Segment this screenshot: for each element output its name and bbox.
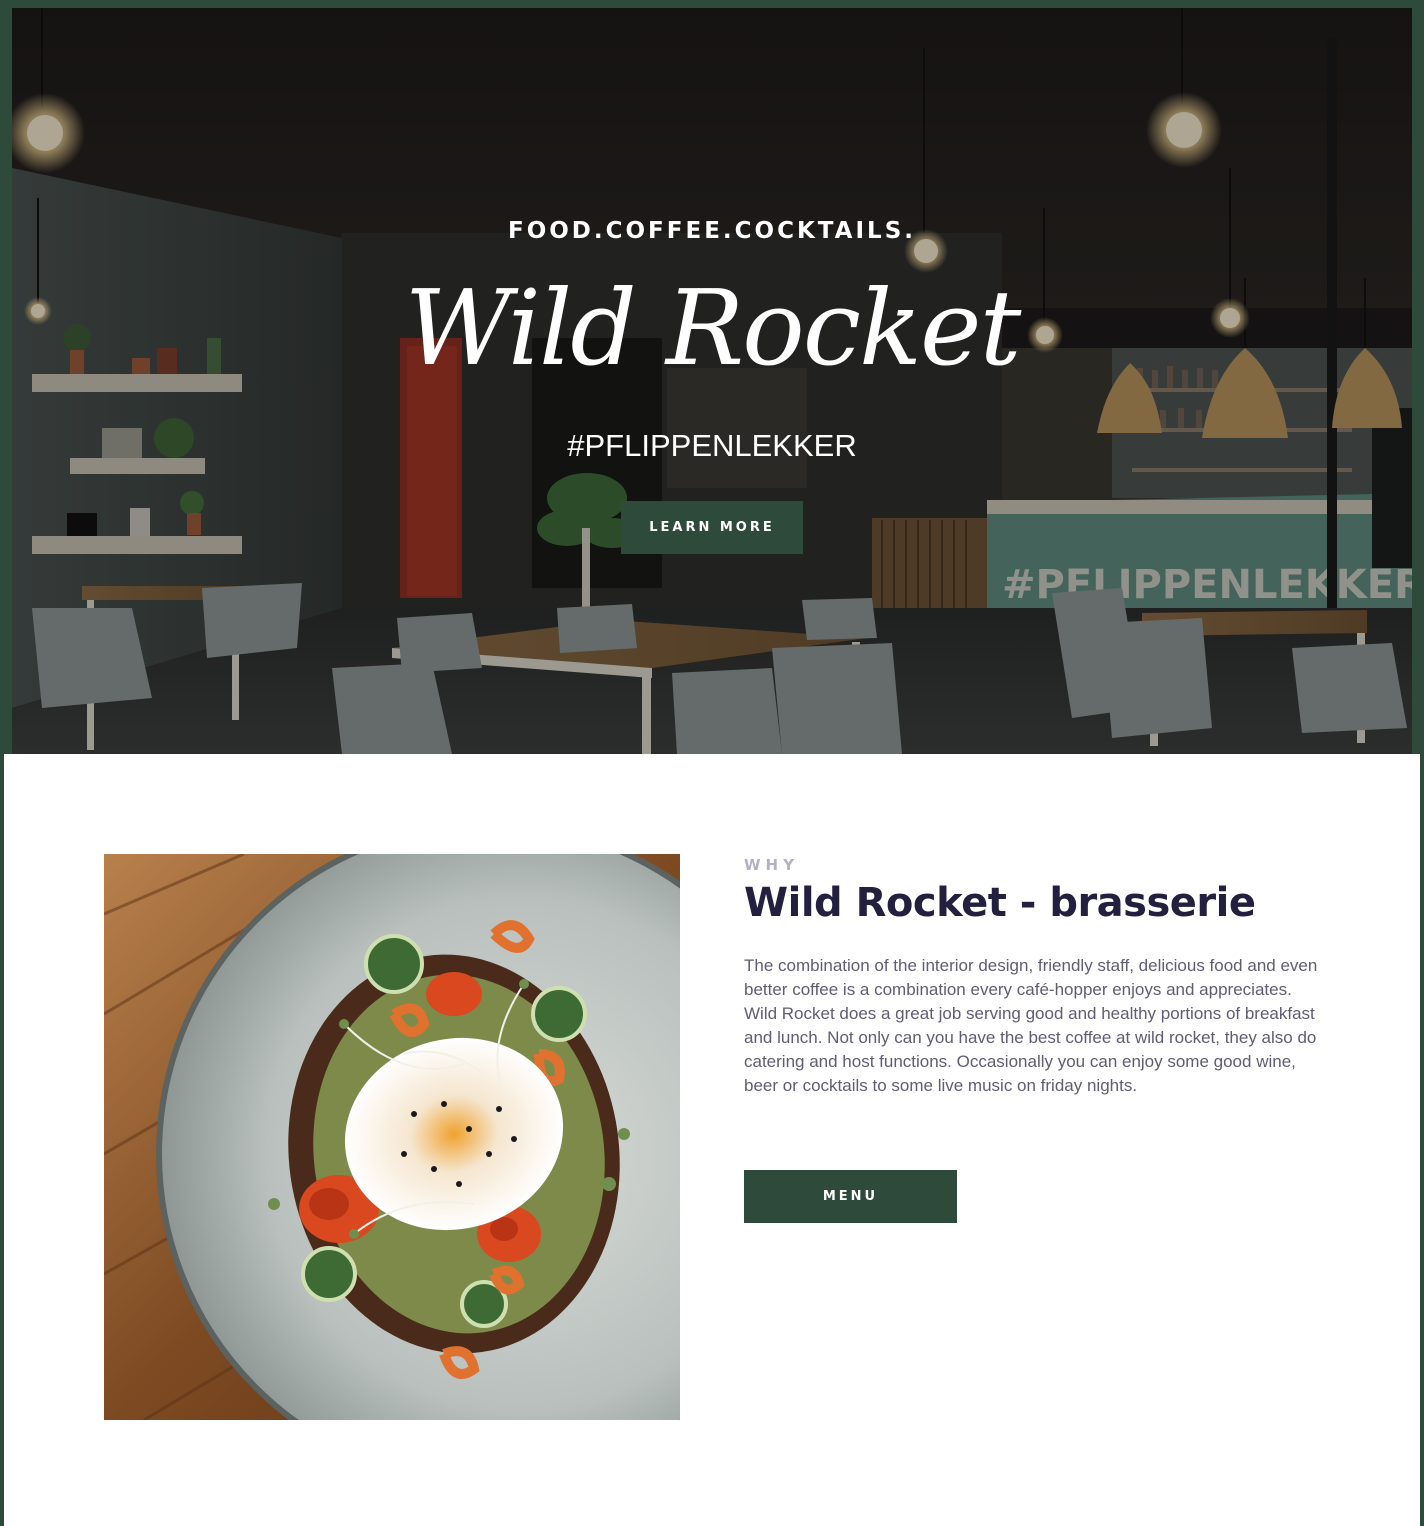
hero-tagline: FOOD.COFFEE.COCKTAILS. bbox=[507, 218, 916, 244]
food-bowl-image bbox=[104, 854, 680, 1420]
hero-section: #PFLIPPENLEKKER FOOD.COFFEE.COCKTAILS. W… bbox=[12, 8, 1412, 754]
hero-hashtag: #PFLIPPENLEKKER bbox=[567, 428, 857, 463]
wild-rocket-logo: Wild Rocket bbox=[404, 267, 1022, 389]
section-description: The combination of the interior design, … bbox=[744, 956, 1318, 1095]
section-eyebrow: WHY bbox=[744, 856, 799, 874]
hero-content: FOOD.COFFEE.COCKTAILS. Wild Rocket #PFLI… bbox=[12, 8, 1412, 754]
section-title: Wild Rocket - brasserie bbox=[744, 880, 1256, 926]
about-section: WHY Wild Rocket - brasserie The combinat… bbox=[4, 754, 1420, 1526]
menu-button[interactable]: MENU bbox=[744, 1170, 957, 1223]
learn-more-button[interactable]: LEARN MORE bbox=[621, 501, 803, 554]
